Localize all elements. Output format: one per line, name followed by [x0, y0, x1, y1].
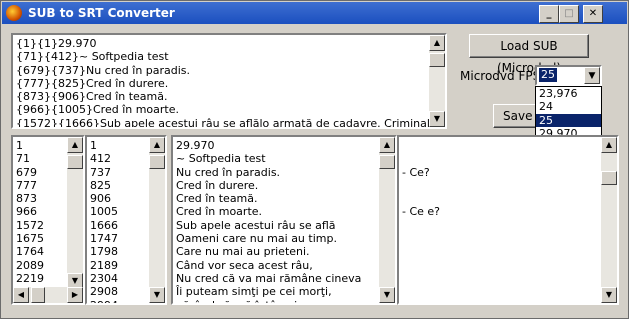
output-line: - Ce e?: [402, 205, 441, 219]
scroll-thumb[interactable]: [379, 155, 395, 169]
scroll-up-icon[interactable]: ▲: [149, 137, 165, 153]
end-frame-item: 2189: [90, 258, 118, 272]
title-bar: SUB to SRT Converter _ □ ✕: [2, 2, 627, 24]
source-line: {1}{1}29.970: [16, 37, 97, 50]
scroll-left-icon[interactable]: ◀: [13, 287, 29, 303]
subtitle-line: Sub apele acestui râu se află: [176, 218, 336, 232]
text-vertical-scrollbar[interactable]: ▲ ▼: [379, 137, 395, 303]
subtitle-line: părând să mă întâmpine: [176, 299, 361, 303]
source-text-area[interactable]: {1}{1}29.970 {71}{412}~ Softpedia test {67…: [11, 33, 447, 129]
start-frame-item: 777: [16, 178, 37, 192]
subtitle-line: Cred în durere.: [176, 178, 259, 192]
subtitle-line: Când vor seca acest râu,: [176, 258, 313, 272]
scroll-down-icon[interactable]: ▼: [429, 111, 445, 127]
fps-option[interactable]: 23,976: [536, 87, 601, 100]
end-frame-item: 906: [90, 192, 111, 206]
subtitle-line: Cred în moarte.: [176, 205, 263, 219]
end-frame-item: 1: [90, 139, 97, 152]
start-frame-lines: 171679777873966157216751764208922192....: [16, 139, 44, 299]
end-vertical-scrollbar[interactable]: ▲ ▼: [149, 137, 165, 303]
start-frame-item: 966: [16, 205, 37, 219]
source-vertical-scrollbar[interactable]: ▲ ▼: [429, 35, 445, 127]
output-text-area[interactable]: - Ce? - Ce e? ▲ ▼: [397, 135, 619, 305]
start-frame-item: 71: [16, 152, 30, 166]
subtitle-line: Nu cred în paradis.: [176, 165, 281, 179]
source-line: {777}{825}Cred în durere.: [16, 76, 169, 90]
scroll-thumb[interactable]: [67, 155, 83, 169]
start-frame-item: 1: [16, 139, 23, 152]
window-title: SUB to SRT Converter: [28, 6, 175, 20]
start-frame-item: 1572: [16, 218, 44, 232]
main-window: SUB to SRT Converter _ □ ✕ {1}{1}29.970{…: [0, 0, 629, 319]
fps-option[interactable]: 24: [536, 100, 601, 113]
start-frame-item: 679: [16, 165, 37, 179]
output-lines: - Ce? - Ce e?: [402, 139, 440, 219]
end-frame-lines: 1 412 737 825 906 1005 1666 1747 1798 2189 2304 290…: [90, 139, 118, 303]
start-frame-list[interactable]: 171679777873966157216751764208922192....…: [11, 135, 85, 305]
subtitle-line: Care nu mai au prieteni.: [176, 245, 310, 259]
scroll-down-icon[interactable]: ▼: [601, 287, 617, 303]
source-line: {873}{906}Cred în teamă.: [16, 90, 168, 104]
end-frame-item: 825: [90, 178, 111, 192]
fps-select[interactable]: 25 ▼: [535, 65, 602, 86]
start-horizontal-scrollbar[interactable]: ◀ ▶: [13, 287, 83, 303]
start-frame-item: 873: [16, 192, 37, 206]
fps-label: Microdvd FPS:: [460, 69, 545, 83]
output-line: - Ce?: [402, 165, 430, 179]
source-line: {1572}{1666}Sub apele acestui râu se afl…: [16, 116, 437, 129]
scroll-up-icon[interactable]: ▲: [67, 137, 83, 153]
load-sub-button[interactable]: Load SUB (Microdvd): [469, 34, 589, 75]
subtitle-line: Îi puteam simţi pe cei morţi,: [176, 285, 332, 299]
source-line: {966}{1005}Cred în moarte.: [16, 103, 180, 117]
subtitle-text-lines: 29.970 ~ Softpedia test Nu cred în paradis…: [176, 139, 362, 303]
scroll-up-icon[interactable]: ▲: [429, 35, 445, 51]
close-button[interactable]: ✕: [583, 5, 603, 23]
combo-dropdown-icon[interactable]: ▼: [584, 67, 600, 84]
scroll-right-icon[interactable]: ▶: [67, 287, 83, 303]
subtitle-line: Cred în teamă.: [176, 192, 258, 206]
end-frame-item: 1666: [90, 218, 118, 232]
subtitle-line: ~ Softpedia test: [176, 152, 266, 166]
scroll-thumb[interactable]: [31, 287, 45, 303]
fps-selected-value: 25: [539, 68, 557, 82]
end-frame-item: 2908: [90, 285, 118, 299]
start-frame-item: 1764: [16, 245, 44, 259]
minimize-button[interactable]: _: [539, 5, 559, 23]
scroll-up-icon[interactable]: ▲: [601, 137, 617, 153]
end-frame-list[interactable]: 1 412 737 825 906 1005 1666 1747 1798 2189 2304 290…: [85, 135, 167, 305]
scroll-thumb[interactable]: [149, 155, 165, 169]
start-frame-item: 2089: [16, 258, 44, 272]
start-frame-item: 2219: [16, 271, 44, 285]
subtitle-line: 29.970: [176, 139, 215, 152]
subtitle-line: Oameni care nu mai au timp.: [176, 232, 337, 246]
end-frame-item: 2304: [90, 271, 118, 285]
end-frame-item: 412: [90, 152, 111, 166]
source-line: {679}{737}Nu cred în paradis.: [16, 63, 191, 77]
output-vertical-scrollbar[interactable]: ▲ ▼: [601, 137, 617, 303]
end-frame-item: 2994: [90, 299, 118, 303]
subtitle-text-list[interactable]: 29.970 ~ Softpedia test Nu cred în paradis…: [171, 135, 397, 305]
app-icon: [6, 5, 22, 21]
subtitle-line: Nu cred că va mai rămâne cineva: [176, 271, 362, 285]
scroll-thumb[interactable]: [429, 53, 445, 67]
end-frame-item: 1798: [90, 245, 118, 259]
scroll-up-icon[interactable]: ▲: [379, 137, 395, 153]
end-frame-item: 1005: [90, 205, 118, 219]
end-frame-item: 737: [90, 165, 111, 179]
source-lines: {1}{1}29.970 {71}{412}~ Softpedia test {67…: [16, 37, 437, 129]
scroll-down-icon[interactable]: ▼: [379, 287, 395, 303]
end-frame-item: 1747: [90, 232, 118, 246]
maximize-button[interactable]: □: [559, 5, 579, 23]
start-vertical-scrollbar[interactable]: ▲ ▼: [67, 137, 83, 289]
fps-option[interactable]: 25: [536, 113, 601, 128]
scroll-thumb[interactable]: [601, 171, 617, 185]
source-line: {71}{412}~ Softpedia test: [16, 50, 169, 64]
scroll-down-icon[interactable]: ▼: [149, 287, 165, 303]
start-frame-item: 1675: [16, 232, 44, 246]
